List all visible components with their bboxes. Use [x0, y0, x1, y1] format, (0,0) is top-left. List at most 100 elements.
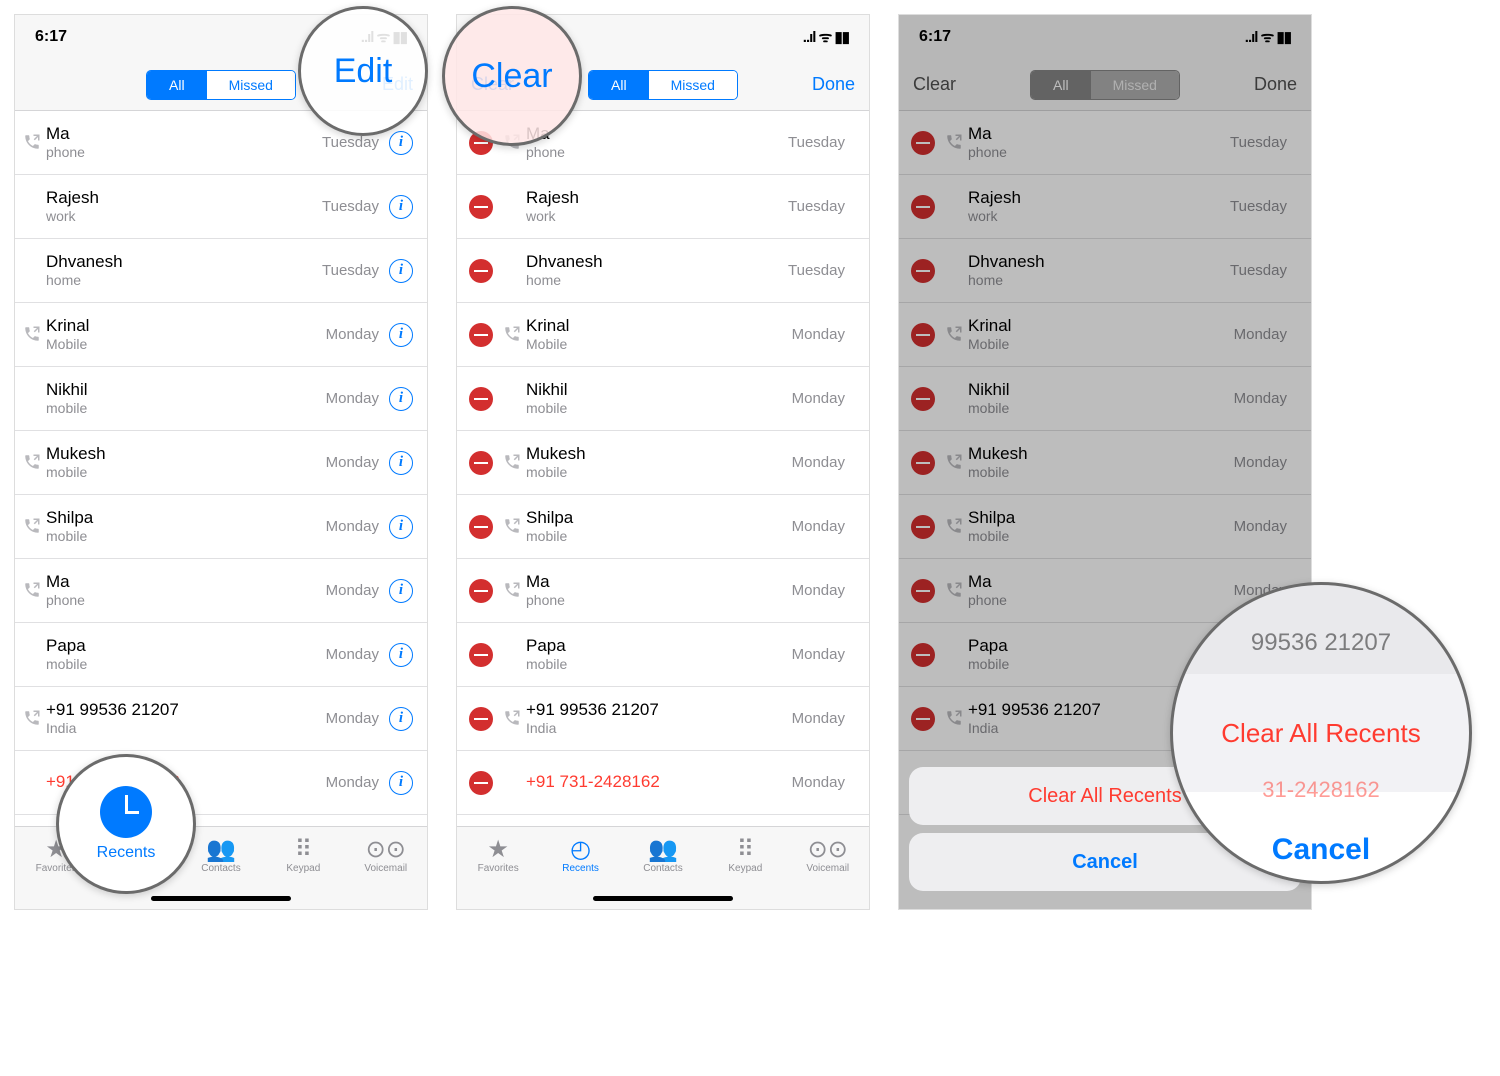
- seg-missed[interactable]: Missed: [207, 71, 295, 99]
- info-button[interactable]: i: [389, 195, 413, 219]
- caller-source: India: [46, 720, 326, 737]
- info-button[interactable]: i: [389, 323, 413, 347]
- call-row[interactable]: +91 99536 21207IndiaMondayi: [15, 687, 427, 751]
- tab-favorites[interactable]: ★Favorites: [463, 835, 533, 874]
- delete-row-button: [911, 195, 935, 219]
- row-main: +91 731-2428162: [526, 772, 792, 792]
- call-row[interactable]: DhvaneshhomeTuesday: [457, 239, 869, 303]
- tab-keypad[interactable]: ⠿Keypad: [268, 835, 338, 874]
- seg-all[interactable]: All: [147, 71, 207, 99]
- delete-row-button[interactable]: [469, 707, 493, 731]
- outgoing-call-icon: [23, 325, 43, 345]
- info-button[interactable]: i: [389, 707, 413, 731]
- call-row[interactable]: KrinalMobileMondayi: [15, 303, 427, 367]
- call-day: Tuesday: [788, 134, 845, 151]
- call-row[interactable]: NikhilmobileMondayi: [15, 367, 427, 431]
- segmented-control[interactable]: All Missed: [146, 70, 296, 100]
- caller-source: mobile: [46, 464, 326, 481]
- info-button[interactable]: i: [389, 131, 413, 155]
- call-row[interactable]: +91 99536 21207IndiaMonday: [457, 687, 869, 751]
- delete-row-button[interactable]: [469, 451, 493, 475]
- status-time: 6:17: [35, 28, 67, 46]
- delete-row-button[interactable]: [469, 259, 493, 283]
- tab-label: Keypad: [728, 863, 762, 874]
- row-main: Dhvaneshhome: [968, 252, 1230, 289]
- delete-row-button: [911, 579, 935, 603]
- segmented-control[interactable]: All Missed: [588, 70, 738, 100]
- tab-contacts[interactable]: 👥Contacts: [186, 835, 256, 874]
- recents-list-edit[interactable]: MaphoneTuesdayRajeshworkTuesdayDhvaneshh…: [457, 111, 869, 826]
- outgoing-call-icon: [503, 325, 523, 345]
- home-indicator[interactable]: [151, 896, 291, 901]
- delete-row-button[interactable]: [469, 515, 493, 539]
- call-row[interactable]: DhvaneshhomeTuesdayi: [15, 239, 427, 303]
- call-row[interactable]: NikhilmobileMonday: [457, 367, 869, 431]
- call-day: Monday: [326, 326, 379, 343]
- delete-row-button[interactable]: [469, 387, 493, 411]
- info-button[interactable]: i: [389, 259, 413, 283]
- info-button[interactable]: i: [389, 387, 413, 411]
- row-main: KrinalMobile: [968, 316, 1234, 353]
- tab-voicemail[interactable]: ⊙⊙Voicemail: [793, 835, 863, 874]
- call-row: MukeshmobileMonday: [899, 431, 1311, 495]
- info-button[interactable]: i: [389, 771, 413, 795]
- delete-row-button[interactable]: [469, 643, 493, 667]
- delete-row-button[interactable]: [469, 579, 493, 603]
- call-day: Tuesday: [1230, 134, 1287, 151]
- call-row[interactable]: ShilpamobileMonday: [457, 495, 869, 559]
- recents-list[interactable]: MaphoneTuesdayiRajeshworkTuesdayiDhvanes…: [15, 111, 427, 826]
- call-row[interactable]: ShilpamobileMondayi: [15, 495, 427, 559]
- delete-row-button[interactable]: [469, 323, 493, 347]
- caller-source: mobile: [526, 528, 792, 545]
- outgoing-call-icon: [503, 453, 523, 473]
- outgoing-call-icon: [23, 197, 43, 217]
- delete-row-button: [911, 707, 935, 731]
- call-row[interactable]: MaphoneMonday: [457, 559, 869, 623]
- call-row[interactable]: RajeshworkTuesdayi: [15, 175, 427, 239]
- row-main: Shilpamobile: [968, 508, 1234, 545]
- row-main: +91 99536 21207India: [526, 700, 792, 737]
- call-row[interactable]: PapamobileMonday: [457, 623, 869, 687]
- caller-name: Ma: [46, 124, 322, 144]
- callout-cancel-label: Cancel: [1272, 833, 1370, 867]
- caller-name: Ma: [46, 572, 326, 592]
- call-row[interactable]: +91 731-2428162Monday: [457, 751, 869, 815]
- caller-name: Nikhil: [968, 380, 1234, 400]
- call-row[interactable]: MaphoneMondayi: [15, 559, 427, 623]
- tab-recents[interactable]: ◴Recents: [546, 835, 616, 874]
- tab-contacts[interactable]: 👥Contacts: [628, 835, 698, 874]
- call-row[interactable]: MukeshmobileMondayi: [15, 431, 427, 495]
- info-button[interactable]: i: [389, 643, 413, 667]
- call-row[interactable]: PapamobileMondayi: [15, 623, 427, 687]
- caller-name: Rajesh: [526, 188, 788, 208]
- call-row[interactable]: KrinalMobileMonday: [457, 303, 869, 367]
- info-button[interactable]: i: [389, 515, 413, 539]
- call-day: Tuesday: [322, 262, 379, 279]
- info-button[interactable]: i: [389, 451, 413, 475]
- seg-missed[interactable]: Missed: [649, 71, 737, 99]
- tab-keypad[interactable]: ⠿Keypad: [710, 835, 780, 874]
- outgoing-call-icon: [23, 581, 43, 601]
- caller-source: mobile: [968, 528, 1234, 545]
- row-main: Papamobile: [526, 636, 792, 673]
- outgoing-call-icon: [945, 581, 965, 601]
- info-button[interactable]: i: [389, 579, 413, 603]
- outgoing-call-icon: [945, 709, 965, 729]
- done-button[interactable]: Done: [798, 59, 869, 110]
- delete-row-button[interactable]: [469, 771, 493, 795]
- contacts-icon: 👥: [649, 835, 677, 863]
- outgoing-call-icon: [23, 709, 43, 729]
- call-day: Monday: [792, 326, 845, 343]
- delete-row-button[interactable]: [469, 195, 493, 219]
- tab-voicemail[interactable]: ⊙⊙Voicemail: [351, 835, 421, 874]
- call-day: Monday: [326, 774, 379, 791]
- clear-button: Clear: [899, 59, 970, 110]
- call-row[interactable]: RajeshworkTuesday: [457, 175, 869, 239]
- caller-source: mobile: [46, 528, 326, 545]
- caller-source: phone: [526, 592, 792, 609]
- seg-all[interactable]: All: [589, 71, 649, 99]
- caller-name: Mukesh: [526, 444, 792, 464]
- home-indicator[interactable]: [593, 896, 733, 901]
- call-row[interactable]: MukeshmobileMonday: [457, 431, 869, 495]
- outgoing-call-icon: [945, 261, 965, 281]
